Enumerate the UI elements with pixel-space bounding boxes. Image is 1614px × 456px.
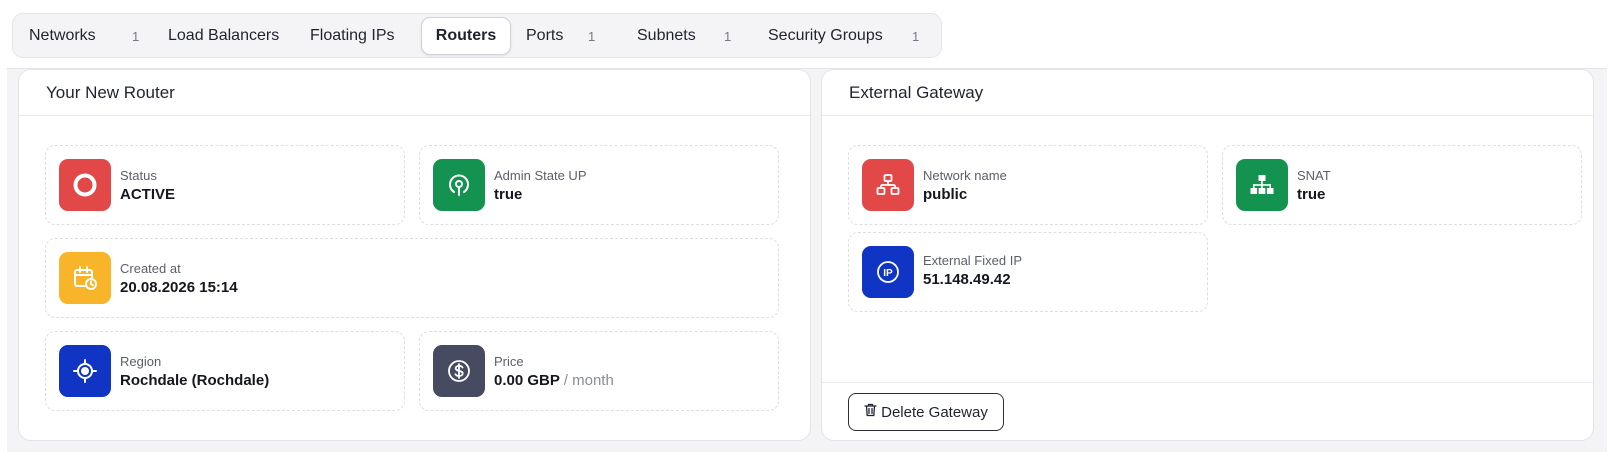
tab-count: 1 — [912, 28, 920, 44]
delete-gateway-label: Delete Gateway — [881, 403, 988, 421]
tab-label: Floating IPs — [310, 27, 395, 44]
trash-icon — [864, 403, 877, 421]
region-item: Region Rochdale (Rochdale) — [45, 331, 405, 411]
tab-label: Routers — [435, 27, 497, 44]
tab-label: Networks — [29, 27, 96, 44]
price-value: 0.00 GBP / month — [494, 372, 614, 389]
calendar-clock-icon — [59, 252, 111, 304]
external-fixed-ip-item: IP External Fixed IP 51.148.49.42 — [848, 232, 1208, 312]
external-fixed-ip-label: External Fixed IP — [923, 253, 1022, 268]
snat-value: true — [1297, 186, 1326, 203]
price-unit: / month — [563, 372, 614, 389]
location-target-icon — [59, 345, 111, 397]
tab-count: 1 — [724, 28, 732, 44]
admin-state-item: Admin State UP true — [419, 145, 779, 225]
price-amount: 0.00 GBP — [494, 372, 560, 389]
region-label: Region — [120, 354, 162, 369]
network-icon — [862, 159, 914, 211]
tab-load-balancers[interactable]: Load Balancers — [168, 19, 298, 53]
external-gateway-card: External Gateway Network name public SNA… — [821, 69, 1594, 441]
network-name-item: Network name public — [848, 145, 1208, 225]
created-at-label: Created at — [120, 261, 181, 276]
tab-count: 1 — [132, 28, 140, 44]
snat-item: SNAT true — [1222, 145, 1582, 225]
admin-state-value: true — [494, 186, 523, 203]
hierarchy-icon — [1236, 159, 1288, 211]
network-name-label: Network name — [923, 168, 1007, 183]
tab-count: 1 — [588, 28, 596, 44]
status-item: Status ACTIVE — [45, 145, 405, 225]
price-label: Price — [494, 354, 524, 369]
tab-ports[interactable]: Ports 1 — [526, 19, 606, 53]
tab-label: Ports — [526, 27, 564, 44]
router-card: Your New Router Status ACTIVE Admin Stat… — [18, 69, 811, 441]
tab-label: Security Groups — [768, 27, 883, 44]
ip-icon: IP — [862, 246, 914, 298]
status-value: ACTIVE — [120, 186, 176, 203]
dollar-circle-icon — [433, 345, 485, 397]
external-fixed-ip-value: 51.148.49.42 — [923, 271, 1011, 288]
snat-label: SNAT — [1297, 168, 1331, 183]
tab-floating-ips[interactable]: Floating IPs — [310, 19, 410, 53]
power-icon — [433, 159, 485, 211]
network-name-value: public — [923, 186, 968, 203]
status-label: Status — [120, 168, 157, 183]
router-card-title: Your New Router — [19, 70, 810, 116]
created-at-item: Created at 20.08.2026 15:14 — [45, 238, 779, 318]
tab-routers[interactable]: Routers — [421, 17, 511, 55]
circle-ring-icon — [59, 159, 111, 211]
resource-tabs: Networks 1 Load Balancers Floating IPs R… — [12, 13, 942, 58]
tab-security-groups[interactable]: Security Groups 1 — [768, 19, 928, 53]
gateway-card-footer: Delete Gateway — [822, 382, 1593, 440]
price-item: Price 0.00 GBP / month — [419, 331, 779, 411]
content-area: Your New Router Status ACTIVE Admin Stat… — [7, 68, 1607, 452]
delete-gateway-button[interactable]: Delete Gateway — [848, 393, 1004, 431]
gateway-card-title: External Gateway — [822, 70, 1593, 116]
tab-subnets[interactable]: Subnets 1 — [637, 19, 737, 53]
admin-state-label: Admin State UP — [494, 168, 587, 183]
svg-text:IP: IP — [883, 268, 893, 279]
tab-label: Subnets — [637, 27, 696, 44]
tab-networks[interactable]: Networks 1 — [29, 19, 159, 53]
region-value: Rochdale (Rochdale) — [120, 372, 270, 389]
tab-label: Load Balancers — [168, 27, 280, 44]
created-at-value: 20.08.2026 15:14 — [120, 279, 238, 296]
